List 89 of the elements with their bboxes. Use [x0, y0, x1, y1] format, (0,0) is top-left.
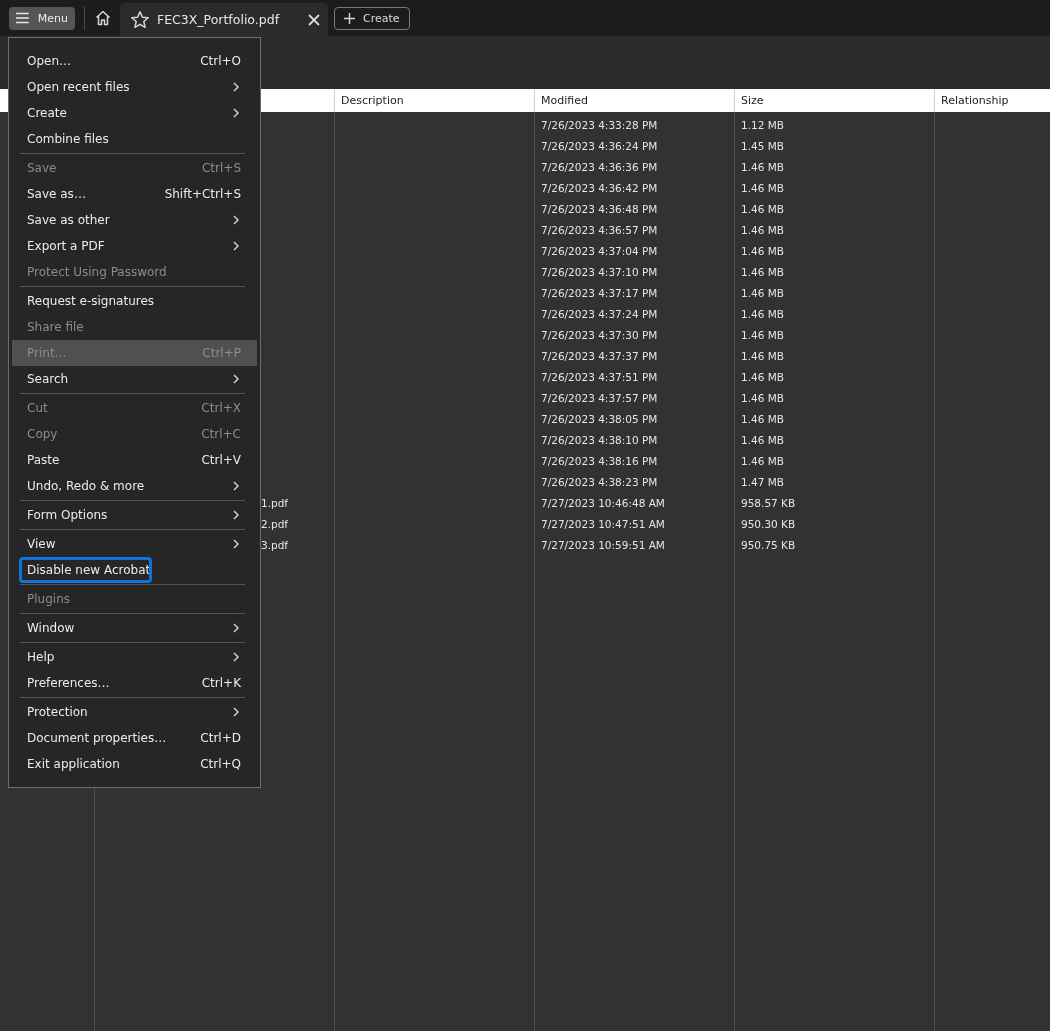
modified-date: 7/26/2023 4:37:24 PM — [541, 307, 658, 320]
menu-item[interactable]: Help — [12, 644, 257, 670]
chevron-right-icon — [233, 539, 239, 549]
file-size: 950.75 KB — [741, 538, 796, 551]
modified-date: 7/26/2023 4:38:23 PM — [541, 475, 658, 488]
chevron-right-icon — [233, 707, 239, 717]
create-button[interactable]: Create — [334, 6, 410, 30]
file-name: 2.pdf — [261, 517, 289, 530]
modified-date: 7/27/2023 10:47:51 AM — [541, 517, 665, 530]
file-size: 1.46 MB — [741, 370, 784, 383]
file-size: 1.46 MB — [741, 265, 784, 278]
menu-item[interactable]: Search — [12, 366, 257, 392]
menu-item[interactable]: Open… Ctrl+O — [12, 48, 257, 74]
menu-item[interactable]: Save as other — [12, 207, 257, 233]
chevron-right-icon — [233, 652, 239, 662]
file-size: 1.46 MB — [741, 244, 784, 257]
file-size: 1.46 MB — [741, 307, 784, 320]
chevron-right-icon — [233, 481, 239, 491]
chevron-right-icon — [233, 623, 239, 633]
column-header[interactable]: Relationship — [941, 94, 1009, 107]
file-size: 1.46 MB — [741, 181, 784, 194]
column-header[interactable]: Size — [741, 94, 764, 107]
modified-date: 7/26/2023 4:38:05 PM — [541, 412, 658, 425]
modified-date: 7/26/2023 4:37:04 PM — [541, 244, 658, 257]
menu-item[interactable]: Window — [12, 615, 257, 641]
file-size: 1.46 MB — [741, 349, 784, 362]
menu-item[interactable]: Open recent files — [12, 74, 257, 100]
menu-item[interactable]: Combine files — [12, 126, 257, 152]
modified-date: 7/26/2023 4:33:28 PM — [541, 118, 658, 131]
file-size: 1.46 MB — [741, 454, 784, 467]
menu-button[interactable]: Menu — [9, 6, 75, 30]
file-name: 1.pdf — [261, 496, 289, 509]
file-size: 1.46 MB — [741, 223, 784, 236]
file-size: 1.46 MB — [741, 286, 784, 299]
document-tab[interactable]: FEC3X_Portfolio.pdf — [120, 3, 328, 36]
file-size: 1.46 MB — [741, 202, 784, 215]
menu-item[interactable]: Undo, Redo & more — [12, 473, 257, 499]
menu-item[interactable]: Save as… Shift+Ctrl+S — [12, 181, 257, 207]
modified-date: 7/26/2023 4:37:37 PM — [541, 349, 658, 362]
file-size: 1.46 MB — [741, 160, 784, 173]
menu-item[interactable]: Request e-signatures — [12, 288, 257, 314]
modified-date: 7/26/2023 4:37:30 PM — [541, 328, 658, 341]
column-header[interactable]: Description — [341, 94, 404, 107]
modified-date: 7/26/2023 4:37:17 PM — [541, 286, 658, 299]
file-size: 958.57 KB — [741, 496, 796, 509]
close-icon[interactable] — [308, 13, 320, 26]
menu-item[interactable]: Disable new Acrobat — [12, 557, 257, 583]
plus-icon — [344, 12, 355, 24]
file-size: 1.46 MB — [741, 412, 784, 425]
menu-item[interactable]: Protection — [12, 699, 257, 725]
modified-date: 7/26/2023 4:37:10 PM — [541, 265, 658, 278]
file-size: 1.47 MB — [741, 475, 784, 488]
hamburger-icon — [16, 12, 29, 24]
menu-item[interactable]: Exit application Ctrl+Q — [12, 751, 257, 777]
file-size: 950.30 KB — [741, 517, 796, 530]
home-icon — [94, 9, 112, 27]
modified-date: 7/26/2023 4:36:48 PM — [541, 202, 658, 215]
chevron-right-icon — [233, 215, 239, 225]
modified-date: 7/26/2023 4:36:24 PM — [541, 139, 658, 152]
modified-date: 7/26/2023 4:36:57 PM — [541, 223, 658, 236]
menu-item[interactable]: Preferences… Ctrl+K — [12, 670, 257, 696]
modified-date: 7/26/2023 4:36:36 PM — [541, 160, 658, 173]
menu-item[interactable]: Export a PDF — [12, 233, 257, 259]
tab-title: FEC3X_Portfolio.pdf — [157, 12, 281, 27]
modified-date: 7/26/2023 4:38:16 PM — [541, 454, 658, 467]
chevron-right-icon — [233, 374, 239, 384]
file-size: 1.46 MB — [741, 433, 784, 446]
star-icon[interactable] — [130, 9, 150, 30]
chevron-right-icon — [233, 510, 239, 520]
chevron-right-icon — [233, 241, 239, 251]
menu-item[interactable]: Create — [12, 100, 257, 126]
menu-item[interactable]: Form Options — [12, 502, 257, 528]
file-size: 1.12 MB — [741, 118, 784, 131]
modified-date: 7/26/2023 4:38:10 PM — [541, 433, 658, 446]
modified-date: 7/26/2023 4:37:57 PM — [541, 391, 658, 404]
file-name: 3.pdf — [261, 538, 289, 551]
modified-date: 7/26/2023 4:36:42 PM — [541, 181, 658, 194]
chevron-right-icon — [233, 108, 239, 118]
modified-date: 7/27/2023 10:59:51 AM — [541, 538, 665, 551]
file-size: 1.46 MB — [741, 328, 784, 341]
modified-date: 7/26/2023 4:37:51 PM — [541, 370, 658, 383]
chevron-right-icon — [233, 82, 239, 92]
modified-date: 7/27/2023 10:46:48 AM — [541, 496, 665, 509]
menu-item[interactable]: Document properties… Ctrl+D — [12, 725, 257, 751]
column-header[interactable]: Modified — [541, 94, 588, 107]
file-size: 1.45 MB — [741, 139, 784, 152]
menu-item[interactable]: View — [12, 531, 257, 557]
file-size: 1.46 MB — [741, 391, 784, 404]
menu-item[interactable]: Paste Ctrl+V — [12, 447, 257, 473]
